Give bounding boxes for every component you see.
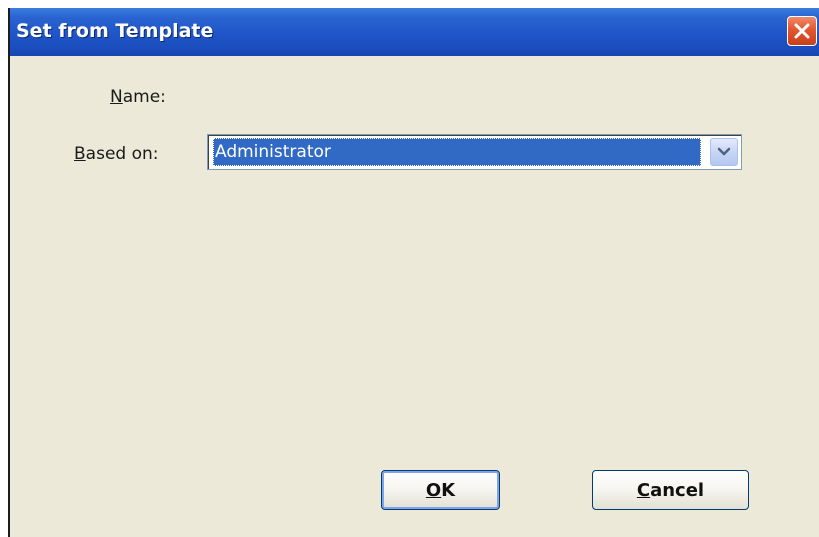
name-label: Name: bbox=[110, 87, 166, 107]
close-icon bbox=[794, 23, 810, 39]
set-from-template-dialog: Set from Template Name: Based on: Admini… bbox=[8, 8, 819, 537]
based-on-label: Based on: bbox=[74, 144, 159, 164]
dialog-title: Set from Template bbox=[16, 20, 214, 42]
cancel-button[interactable]: Cancel bbox=[592, 470, 749, 510]
title-bar[interactable]: Set from Template bbox=[10, 8, 819, 56]
based-on-selected-value[interactable]: Administrator bbox=[213, 138, 701, 166]
close-button[interactable] bbox=[787, 16, 817, 46]
dropdown-button[interactable] bbox=[710, 138, 738, 166]
chevron-down-icon bbox=[717, 147, 731, 156]
based-on-dropdown[interactable]: Administrator bbox=[207, 134, 742, 170]
ok-button[interactable]: OK bbox=[381, 470, 500, 510]
